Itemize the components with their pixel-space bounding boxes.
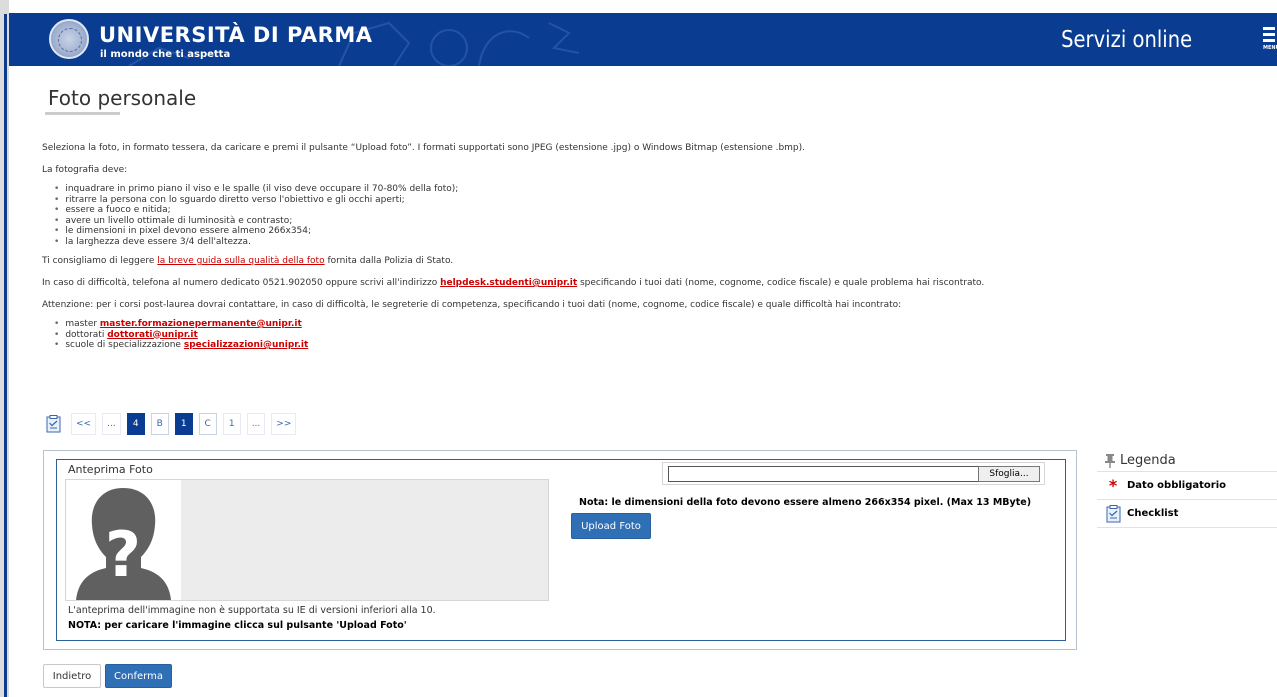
legend-title: Legenda	[1120, 453, 1176, 468]
list-item: la larghezza deve essere 3/4 dell'altezz…	[64, 237, 1272, 248]
pager-step-1-current[interactable]: 1	[174, 413, 193, 435]
legend-checklist-label: Checklist	[1127, 508, 1179, 519]
legend-required-row: * Dato obbligatorio	[1097, 472, 1277, 500]
help-text: specificando i tuoi dati (nome, cognome,…	[577, 278, 985, 288]
size-requirement-note: Nota: le dimensioni della foto devono es…	[579, 497, 1032, 508]
pager-step-b[interactable]: B	[150, 413, 169, 435]
hamburger-icon-line	[1263, 33, 1275, 36]
contact-label: scuole di specializzazione	[65, 340, 184, 350]
pager-ellipsis[interactable]: ...	[102, 413, 121, 435]
file-path-input[interactable]	[668, 466, 978, 482]
upload-photo-button[interactable]: Upload Foto	[571, 513, 651, 539]
list-item: master master.formazionepermanente@unipr…	[64, 319, 1272, 330]
list-item: ritrarre la persona con lo sguardo diret…	[64, 195, 1272, 206]
master-email-link[interactable]: master.formazionepermanente@unipr.it	[100, 319, 302, 329]
file-chooser: Sfoglia...	[662, 462, 1045, 485]
contacts-list: master master.formazionepermanente@unipr…	[64, 319, 1272, 351]
photo-placeholder-icon: ?	[66, 480, 181, 600]
attention-paragraph: Attenzione: per i corsi post-laurea dovr…	[42, 300, 902, 310]
upload-hint-note: NOTA: per caricare l'immagine clicca sul…	[68, 620, 407, 631]
brand-tagline: il mondo che ti aspetta	[100, 49, 231, 60]
hamburger-icon-line	[1263, 27, 1275, 30]
specializzazioni-email-link[interactable]: specializzazioni@unipr.it	[184, 340, 308, 350]
pager-ellipsis[interactable]: ...	[246, 413, 266, 435]
checklist-icon[interactable]	[46, 415, 61, 433]
guide-paragraph: Ti consigliamo di leggere la breve guida…	[42, 253, 1272, 269]
page-title: Foto personale	[48, 86, 197, 110]
help-text: In caso di difficoltà, telefona al numer…	[42, 278, 441, 288]
intro-paragraph: Seleziona la foto, in formato tessera, d…	[42, 143, 806, 153]
left-edge-strip	[0, 0, 9, 697]
required-star-icon: *	[1108, 476, 1118, 495]
legend-checklist-row: Checklist	[1097, 500, 1277, 528]
hamburger-icon-line	[1263, 39, 1275, 42]
upload-panel-inner: Anteprima Foto ? L'anteprima dell'immagi…	[56, 459, 1066, 641]
photo-guide-link[interactable]: la breve guida sulla qualità della foto	[157, 256, 324, 266]
checklist-icon	[1103, 504, 1123, 523]
legend-header: Legenda	[1097, 450, 1277, 472]
menu-button[interactable]: MENU	[1263, 27, 1277, 57]
requirements-list: inquadrare in primo piano il viso e le s…	[64, 184, 1272, 247]
list-item: essere a fuoco e nitida;	[64, 205, 1272, 216]
instructions: Seleziona la foto, in formato tessera, d…	[42, 140, 1272, 357]
menu-label: MENU	[1263, 45, 1277, 51]
svg-text:?: ?	[105, 518, 141, 591]
upload-panel: Anteprima Foto ? L'anteprima dell'immagi…	[43, 450, 1077, 650]
requirements-heading: La fotografia deve:	[42, 165, 128, 175]
pager-step-4[interactable]: 4	[126, 413, 145, 435]
service-title: Servizi online	[1060, 27, 1192, 53]
ie-support-note: L'anteprima dell'immagine non è supporta…	[68, 605, 436, 616]
checklist-pager: << ... 4 B 1 C 1 ... >>	[46, 413, 302, 435]
contact-label: dottorati	[65, 329, 108, 340]
title-underline	[45, 112, 120, 115]
dottorati-email-link[interactable]: dottorati@unipr.it	[107, 330, 198, 340]
pager-first[interactable]: <<	[71, 413, 97, 435]
guide-text: fornita dalla Polizia di Stato.	[324, 256, 454, 266]
photo-preview-area: ?	[65, 479, 549, 601]
list-item: le dimensioni in pixel devono essere alm…	[64, 226, 1272, 237]
browse-button[interactable]: Sfoglia...	[978, 466, 1040, 482]
list-item: inquadrare in primo piano il viso e le s…	[64, 184, 1272, 195]
preview-label: Anteprima Foto	[68, 463, 153, 476]
list-item: avere un livello ottimale di luminosità …	[64, 216, 1272, 227]
guide-text: Ti consigliamo di leggere	[42, 256, 158, 266]
legend-panel: Legenda * Dato obbligatorio Checklist	[1097, 450, 1277, 528]
list-item: dottorati dottorati@unipr.it	[64, 330, 1272, 341]
pager-last[interactable]: >>	[271, 413, 297, 435]
help-paragraph: In caso di difficoltà, telefona al numer…	[42, 275, 1272, 291]
brand-title[interactable]: UNIVERSITÀ DI PARMA	[99, 23, 373, 47]
site-header: UNIVERSITÀ DI PARMA il mondo che ti aspe…	[9, 13, 1277, 66]
legend-required-label: Dato obbligatorio	[1127, 480, 1227, 491]
confirm-button[interactable]: Conferma	[105, 664, 172, 688]
pin-icon	[1105, 453, 1115, 468]
helpdesk-email-link[interactable]: helpdesk.studenti@unipr.it	[440, 278, 577, 288]
back-button[interactable]: Indietro	[43, 664, 101, 688]
university-seal-logo[interactable]	[49, 19, 89, 59]
pager-step-c[interactable]: C	[198, 413, 217, 435]
contact-label: master	[65, 319, 100, 329]
pager-step-1[interactable]: 1	[222, 413, 241, 435]
left-edge-bar	[4, 14, 7, 697]
list-item: scuole di specializzazione specializzazi…	[64, 340, 1272, 351]
